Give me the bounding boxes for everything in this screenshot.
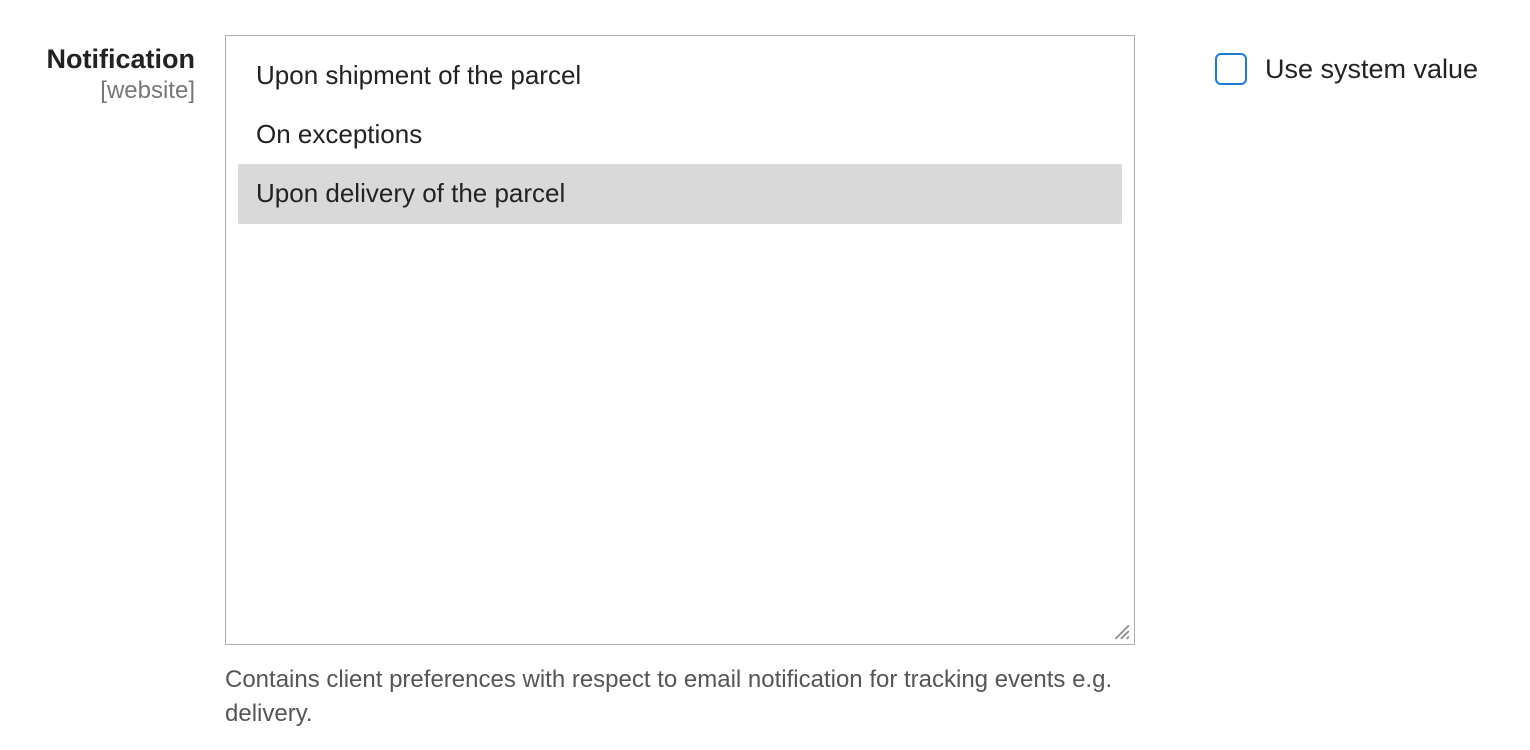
option-on-exceptions[interactable]: On exceptions xyxy=(238,105,1122,164)
use-system-value-checkbox[interactable] xyxy=(1215,53,1247,85)
field-label: Notification xyxy=(0,45,195,75)
listbox-inner: Upon shipment of the parcel On exception… xyxy=(226,46,1134,224)
field-column: Upon shipment of the parcel On exception… xyxy=(225,35,1135,730)
field-help-text: Contains client preferences with respect… xyxy=(225,663,1135,730)
resize-handle-icon[interactable] xyxy=(1112,622,1130,640)
config-row: Notification [website] Upon shipment of … xyxy=(0,0,1530,730)
option-upon-delivery[interactable]: Upon delivery of the parcel xyxy=(238,164,1122,223)
option-upon-shipment[interactable]: Upon shipment of the parcel xyxy=(238,46,1122,105)
notification-listbox[interactable]: Upon shipment of the parcel On exception… xyxy=(225,35,1135,645)
use-system-value-label[interactable]: Use system value xyxy=(1265,54,1478,85)
label-column: Notification [website] xyxy=(0,35,225,105)
system-value-column: Use system value xyxy=(1135,35,1478,85)
field-scope: [website] xyxy=(0,77,195,105)
